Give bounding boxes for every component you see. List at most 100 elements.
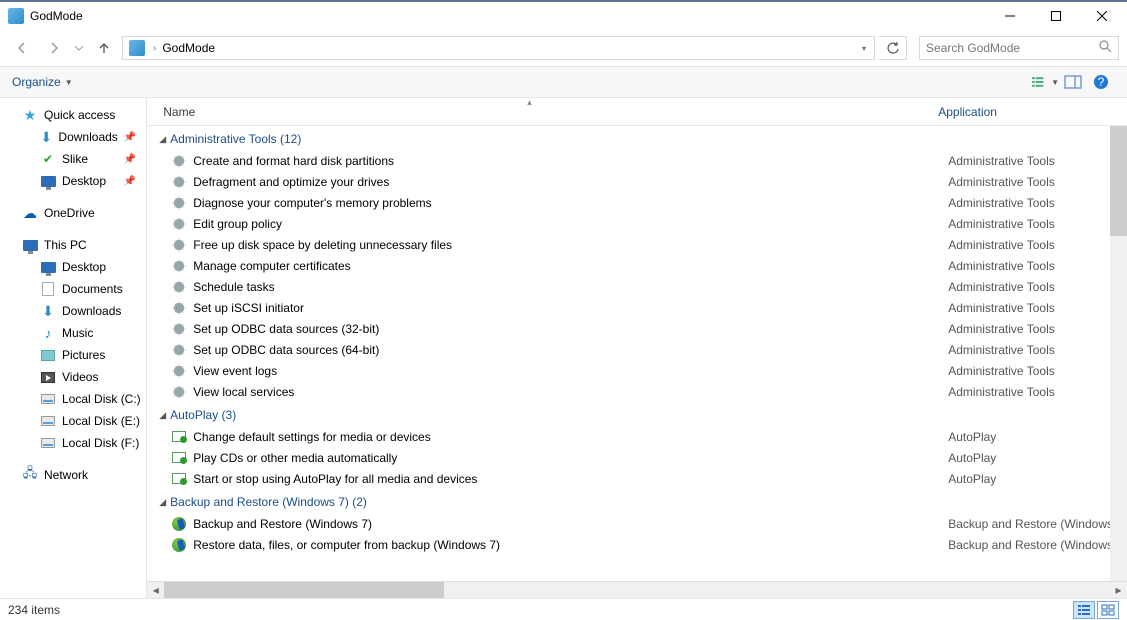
up-button[interactable] xyxy=(90,41,118,55)
list-item[interactable]: Set up iSCSI initiatorAdministrative Too… xyxy=(155,297,1127,318)
sidebar-pc-documents[interactable]: Documents xyxy=(0,278,146,300)
sidebar-pc-videos[interactable]: Videos xyxy=(0,366,146,388)
list-item[interactable]: Play CDs or other media automaticallyAut… xyxy=(155,447,1127,468)
item-icon xyxy=(171,258,187,274)
item-name: Play CDs or other media automatically xyxy=(193,451,948,465)
sidebar-downloads[interactable]: ⬇Downloads📌 xyxy=(0,126,146,148)
item-icon xyxy=(171,342,187,358)
scroll-thumb[interactable] xyxy=(164,582,444,598)
item-icon xyxy=(171,537,187,553)
list-item[interactable]: Create and format hard disk partitionsAd… xyxy=(155,150,1127,171)
list-item[interactable]: View event logsAdministrative Tools xyxy=(155,360,1127,381)
item-icon xyxy=(171,450,187,466)
item-application: Administrative Tools xyxy=(948,322,1055,336)
scroll-right-icon[interactable]: ▸ xyxy=(1110,582,1127,598)
horizontal-scrollbar[interactable]: ◂ ▸ xyxy=(147,581,1127,598)
desktop-icon xyxy=(40,259,56,275)
sidebar-quick-access[interactable]: ★Quick access xyxy=(0,104,146,126)
group-title: Administrative Tools (12) xyxy=(170,132,301,146)
sidebar-desktop[interactable]: Desktop📌 xyxy=(0,170,146,192)
search-placeholder: Search GodMode xyxy=(926,41,1020,55)
item-icon xyxy=(171,471,187,487)
list-item[interactable]: Restore data, files, or computer from ba… xyxy=(155,534,1127,555)
item-application: Administrative Tools xyxy=(948,238,1055,252)
item-application: Administrative Tools xyxy=(948,343,1055,357)
list-item[interactable]: Defragment and optimize your drivesAdmin… xyxy=(155,171,1127,192)
close-button[interactable] xyxy=(1079,1,1125,31)
item-name: View local services xyxy=(193,385,948,399)
search-input[interactable]: Search GodMode xyxy=(919,36,1119,60)
breadcrumb-current[interactable]: GodMode xyxy=(160,41,217,55)
item-icon xyxy=(171,363,187,379)
navigation-pane: ★Quick access ⬇Downloads📌 ✔Slike📌 Deskto… xyxy=(0,98,147,598)
group-header[interactable]: ◢Backup and Restore (Windows 7) (2) xyxy=(159,495,1127,509)
list-item[interactable]: Start or stop using AutoPlay for all med… xyxy=(155,468,1127,489)
sort-indicator-icon: ▴ xyxy=(527,97,532,108)
list-item[interactable]: Diagnose your computer's memory problems… xyxy=(155,192,1127,213)
chevron-right-icon: › xyxy=(153,43,156,54)
item-name: Diagnose your computer's memory problems xyxy=(193,196,948,210)
column-header-name[interactable]: Name xyxy=(163,105,938,119)
item-application: Backup and Restore (Windows 7) xyxy=(948,538,1127,552)
sidebar-disk-f[interactable]: Local Disk (F:) xyxy=(0,432,146,454)
sidebar-network[interactable]: 🖧Network xyxy=(0,464,146,486)
vertical-scrollbar[interactable] xyxy=(1110,126,1127,581)
sidebar-slike[interactable]: ✔Slike📌 xyxy=(0,148,146,170)
item-icon xyxy=(171,195,187,211)
list-item[interactable]: Edit group policyAdministrative Tools xyxy=(155,213,1127,234)
scroll-thumb[interactable] xyxy=(1110,126,1127,236)
sidebar-pc-downloads[interactable]: ⬇Downloads xyxy=(0,300,146,322)
item-name: Set up ODBC data sources (32-bit) xyxy=(193,322,948,336)
thumbnails-view-button[interactable] xyxy=(1097,601,1119,619)
sidebar-this-pc[interactable]: This PC xyxy=(0,234,146,256)
history-dropdown[interactable] xyxy=(72,46,86,51)
item-application: Administrative Tools xyxy=(948,154,1055,168)
item-name: Set up ODBC data sources (64-bit) xyxy=(193,343,948,357)
item-application: Administrative Tools xyxy=(948,175,1055,189)
item-name: Set up iSCSI initiator xyxy=(193,301,948,315)
group-header[interactable]: ◢Administrative Tools (12) xyxy=(159,132,1127,146)
help-button[interactable]: ? xyxy=(1087,70,1115,94)
item-icon xyxy=(171,516,187,532)
sidebar-pc-music[interactable]: ♪Music xyxy=(0,322,146,344)
item-name: Create and format hard disk partitions xyxy=(193,154,948,168)
item-application: Administrative Tools xyxy=(948,259,1055,273)
item-name: Manage computer certificates xyxy=(193,259,948,273)
details-view-button[interactable] xyxy=(1073,601,1095,619)
document-icon xyxy=(40,281,56,297)
list-item[interactable]: Schedule tasksAdministrative Tools xyxy=(155,276,1127,297)
sidebar-disk-c[interactable]: Local Disk (C:) xyxy=(0,388,146,410)
scroll-left-icon[interactable]: ◂ xyxy=(147,582,164,598)
item-name: View event logs xyxy=(193,364,948,378)
list-item[interactable]: Backup and Restore (Windows 7)Backup and… xyxy=(155,513,1127,534)
address-bar[interactable]: › GodMode ▾ xyxy=(122,36,875,60)
column-header-application[interactable]: Application xyxy=(938,105,997,119)
forward-button[interactable] xyxy=(40,34,68,62)
list-item[interactable]: Manage computer certificatesAdministrati… xyxy=(155,255,1127,276)
sidebar-onedrive[interactable]: ☁OneDrive xyxy=(0,202,146,224)
list-item[interactable]: Set up ODBC data sources (32-bit)Adminis… xyxy=(155,318,1127,339)
sidebar-disk-e[interactable]: Local Disk (E:) xyxy=(0,410,146,432)
location-icon xyxy=(129,40,145,56)
list-item[interactable]: Change default settings for media or dev… xyxy=(155,426,1127,447)
item-icon xyxy=(171,216,187,232)
maximize-button[interactable] xyxy=(1033,1,1079,31)
list-item[interactable]: Set up ODBC data sources (64-bit)Adminis… xyxy=(155,339,1127,360)
sidebar-pc-pictures[interactable]: Pictures xyxy=(0,344,146,366)
star-icon: ★ xyxy=(22,107,38,123)
back-button[interactable] xyxy=(8,34,36,62)
refresh-button[interactable] xyxy=(879,36,907,60)
music-icon: ♪ xyxy=(40,325,56,341)
disk-icon xyxy=(40,435,56,451)
preview-pane-button[interactable] xyxy=(1059,70,1087,94)
window-title: GodMode xyxy=(30,9,83,23)
address-dropdown[interactable]: ▾ xyxy=(856,44,872,53)
group-header[interactable]: ◢AutoPlay (3) xyxy=(159,408,1127,422)
organize-menu[interactable]: Organize ▼ xyxy=(12,75,73,89)
minimize-button[interactable] xyxy=(987,1,1033,31)
list-item[interactable]: Free up disk space by deleting unnecessa… xyxy=(155,234,1127,255)
list-item[interactable]: View local servicesAdministrative Tools xyxy=(155,381,1127,402)
view-options-button[interactable]: ▼ xyxy=(1031,70,1059,94)
app-icon xyxy=(8,8,24,24)
sidebar-pc-desktop[interactable]: Desktop xyxy=(0,256,146,278)
